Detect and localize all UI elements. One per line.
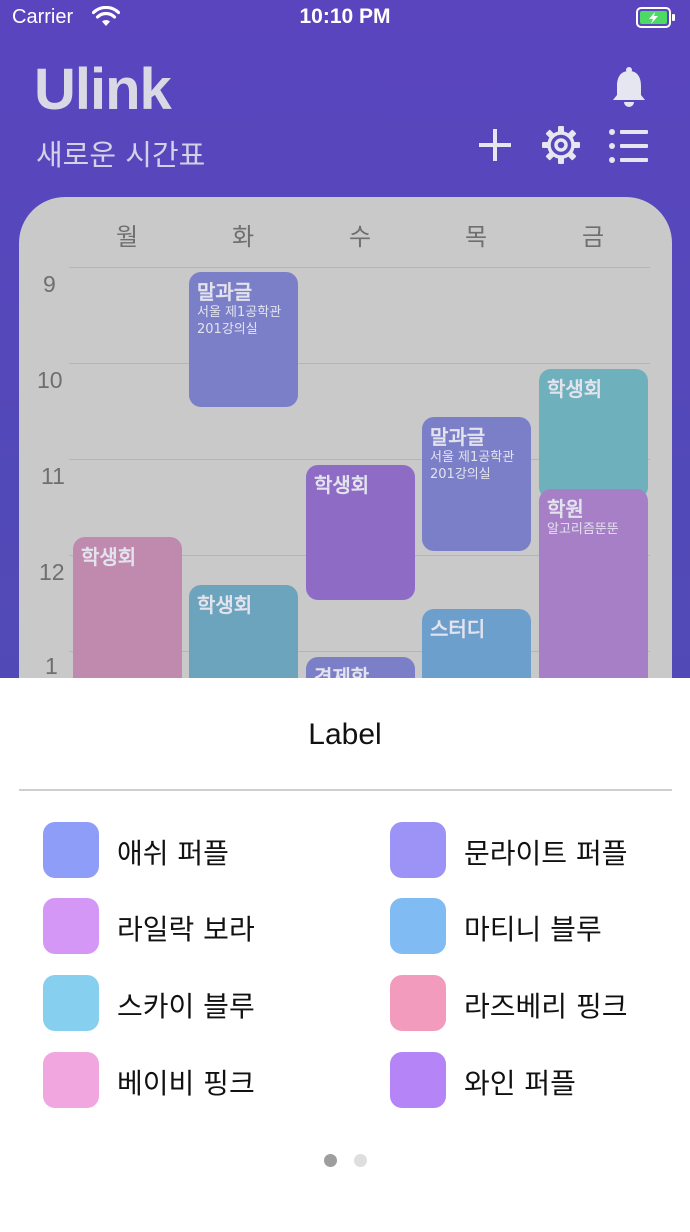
course-name: 학생회	[81, 545, 137, 569]
course-info: 알고리즘뚠뚠	[547, 522, 619, 537]
label-color-sheet: Label 애쉬 퍼플 문라이트 퍼플 라일락 보라 마티니 블루 스카이 블루…	[0, 678, 690, 1232]
label-name: 마티니 블루	[464, 913, 602, 946]
label-option[interactable]: 베이비 핑크	[43, 1052, 343, 1108]
status-time: 10:10 PM	[299, 5, 391, 28]
add-icon[interactable]	[476, 126, 514, 168]
color-swatch	[390, 1052, 446, 1108]
course-name: 학생회	[197, 593, 253, 617]
course-block[interactable]: 학원 알고리즘뚠뚠	[539, 489, 648, 689]
course-block[interactable]: 학생회	[306, 465, 415, 600]
status-bar: Carrier 10:10 PM	[0, 0, 690, 38]
color-swatch	[390, 898, 446, 954]
timetable-title[interactable]: 새로운 시간표	[36, 132, 205, 174]
hour-label: 11	[41, 463, 65, 489]
color-swatch	[43, 1052, 99, 1108]
label-option[interactable]: 라즈베리 핑크	[390, 975, 680, 1031]
course-block[interactable]: 학생회	[73, 537, 182, 697]
label-name: 와인 퍼플	[464, 1067, 576, 1100]
day-header: 월	[115, 223, 139, 251]
course-name: 스터디	[430, 617, 486, 641]
color-swatch	[43, 898, 99, 954]
label-option[interactable]: 마티니 블루	[390, 898, 680, 954]
hour-label: 9	[43, 271, 56, 297]
list-icon[interactable]	[608, 128, 650, 168]
label-name: 라즈베리 핑크	[464, 990, 628, 1023]
hour-gridline	[69, 267, 650, 268]
day-header: 금	[581, 223, 605, 251]
course-name: 학생회	[314, 473, 370, 497]
course-block[interactable]: 말과글 서울 제1공학관 201강의실	[422, 417, 531, 551]
label-option[interactable]: 문라이트 퍼플	[390, 822, 680, 878]
color-swatch	[43, 975, 99, 1031]
hour-label: 12	[39, 559, 65, 585]
bell-icon[interactable]	[610, 66, 648, 112]
color-swatch	[390, 975, 446, 1031]
color-swatch	[390, 822, 446, 878]
hour-gridline	[69, 363, 650, 364]
course-info: 서울 제1공학관 201강의실	[197, 305, 282, 337]
label-name: 애쉬 퍼플	[117, 837, 229, 870]
course-info: 서울 제1공학관 201강의실	[430, 450, 515, 482]
course-name: 학생회	[547, 377, 603, 401]
gear-icon[interactable]	[540, 124, 582, 170]
course-name: 말과글	[430, 425, 486, 449]
hour-label: 10	[37, 367, 63, 393]
hour-label: 1	[45, 653, 58, 679]
color-swatch	[43, 822, 99, 878]
day-header: 수	[348, 223, 372, 251]
label-name: 스카이 블루	[117, 990, 255, 1023]
course-block[interactable]: 학생회	[539, 369, 648, 499]
course-name: 말과글	[197, 280, 253, 304]
page-indicator-dot[interactable]	[324, 1154, 337, 1167]
battery-icon	[636, 7, 676, 33]
sheet-title: Label	[308, 718, 382, 751]
label-option[interactable]: 스카이 블루	[43, 975, 343, 1031]
divider	[19, 789, 672, 791]
course-name: 학원	[547, 497, 584, 521]
label-name: 문라이트 퍼플	[464, 837, 628, 870]
label-option[interactable]: 라일락 보라	[43, 898, 343, 954]
label-option[interactable]: 애쉬 퍼플	[43, 822, 343, 878]
label-name: 베이비 핑크	[117, 1067, 255, 1100]
label-name: 라일락 보라	[117, 913, 255, 946]
label-option[interactable]: 와인 퍼플	[390, 1052, 680, 1108]
page-indicator-dot[interactable]	[354, 1154, 367, 1167]
day-header: 화	[231, 223, 255, 251]
course-block[interactable]: 말과글 서울 제1공학관 201강의실	[189, 272, 298, 407]
day-header: 목	[464, 223, 488, 251]
app-logo: Ulink	[34, 57, 172, 122]
